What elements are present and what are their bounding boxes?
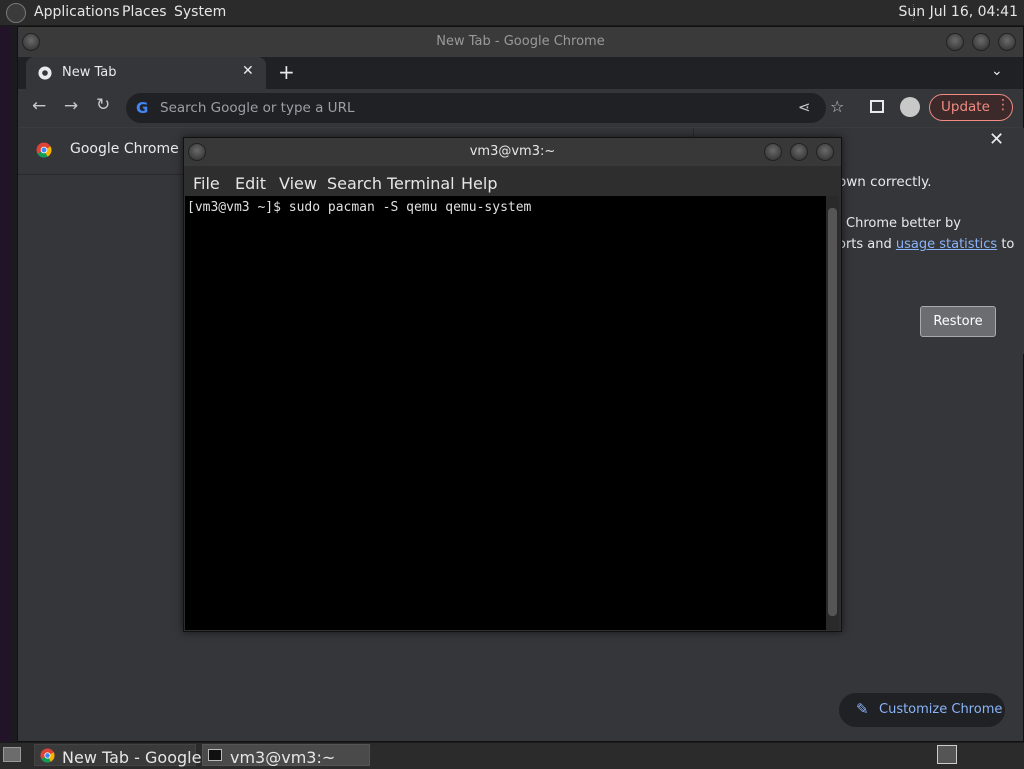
desktop-background — [0, 26, 10, 742]
menu-help[interactable]: Help — [461, 174, 497, 193]
menu-view[interactable]: View — [279, 174, 317, 193]
terminal-close-button[interactable] — [816, 143, 834, 161]
places-menu[interactable]: Places — [122, 4, 167, 20]
terminal-minimize-button[interactable] — [764, 143, 782, 161]
usage-statistics-link[interactable]: usage statistics — [896, 237, 997, 252]
system-menu[interactable]: System — [174, 4, 226, 20]
terminal-scrollbar-thumb[interactable] — [828, 208, 837, 616]
taskbar-chrome-label[interactable]: New Tab - Google ... — [62, 748, 222, 767]
customize-chrome-label[interactable]: Customize Chrome — [879, 702, 1002, 717]
terminal-title: vm3@vm3:~ — [469, 144, 556, 159]
gnome-menu-icon[interactable] — [6, 3, 26, 23]
chrome-window-title: New Tab - Google Chrome — [436, 34, 605, 49]
dialog-text-line3: orts and usage statistics to — [838, 237, 1014, 252]
chrome-logo-icon — [38, 66, 52, 80]
update-label[interactable]: Update — [941, 99, 990, 115]
dialog-text-suffix: to — [997, 237, 1015, 252]
close-button[interactable] — [998, 33, 1016, 51]
infobar-message: Google Chrome isn't your default browser — [70, 141, 185, 157]
chrome-titlebar[interactable]: New Tab - Google Chrome — [18, 27, 1023, 57]
new-tab-button[interactable]: + — [278, 60, 295, 84]
profile-avatar-icon[interactable] — [900, 97, 920, 117]
terminal-maximize-button[interactable] — [790, 143, 808, 161]
dialog-text-line1: own correctly. — [838, 174, 932, 190]
workspace-switcher[interactable] — [937, 745, 957, 764]
back-arrow-icon[interactable]: ← — [32, 96, 46, 116]
show-desktop-icon[interactable] — [3, 747, 21, 762]
terminal-window: vm3@vm3:~ File Edit View Search Terminal… — [183, 137, 842, 632]
chrome-taskbar-icon — [40, 748, 55, 763]
restore-button-label[interactable]: Restore — [920, 314, 996, 329]
omnibox-placeholder[interactable]: Search Google or type a URL — [160, 100, 354, 116]
clock[interactable]: Sun Jul 16, 04:41 — [899, 4, 1019, 20]
dialog-text-prefix: orts and — [838, 237, 896, 252]
dialog-close-icon[interactable]: ✕ — [989, 129, 1004, 150]
terminal-taskbar-icon — [208, 749, 222, 761]
menu-edit[interactable]: Edit — [235, 174, 266, 193]
terminal-command-line: [vm3@vm3 ~]$ sudo pacman -S qemu qemu-sy… — [187, 200, 532, 215]
share-icon[interactable]: ⋖ — [798, 98, 811, 116]
applications-menu[interactable]: Applications — [34, 4, 120, 20]
menu-file[interactable]: File — [193, 174, 220, 193]
chrome-menu-icon[interactable]: ⋮ — [996, 97, 1010, 113]
reload-icon[interactable]: ↻ — [96, 95, 110, 115]
minimize-button[interactable] — [946, 33, 964, 51]
bookmark-star-icon[interactable]: ☆ — [830, 97, 844, 116]
menu-search[interactable]: Search — [327, 174, 382, 193]
forward-arrow-icon[interactable]: → — [64, 96, 78, 116]
terminal-output[interactable] — [185, 196, 826, 630]
menu-terminal[interactable]: Terminal — [387, 174, 455, 193]
chrome-color-logo-icon — [36, 142, 52, 158]
google-g-icon: G — [136, 99, 149, 117]
tab-close-icon[interactable]: ✕ — [242, 63, 254, 79]
side-panel-icon[interactable] — [870, 100, 884, 113]
pencil-icon[interactable]: ✎ — [856, 700, 869, 718]
maximize-button[interactable] — [972, 33, 990, 51]
top-panel: Applications Places System Sun Jul 16, 0… — [0, 0, 1024, 26]
tab-title: New Tab — [62, 65, 117, 80]
terminal-titlebar[interactable]: vm3@vm3:~ — [184, 138, 841, 166]
tab-search-icon[interactable]: ⌄ — [991, 63, 1003, 79]
taskbar-terminal-label[interactable]: vm3@vm3:~ — [230, 748, 335, 767]
dialog-text-line2: Chrome better by — [846, 216, 961, 231]
